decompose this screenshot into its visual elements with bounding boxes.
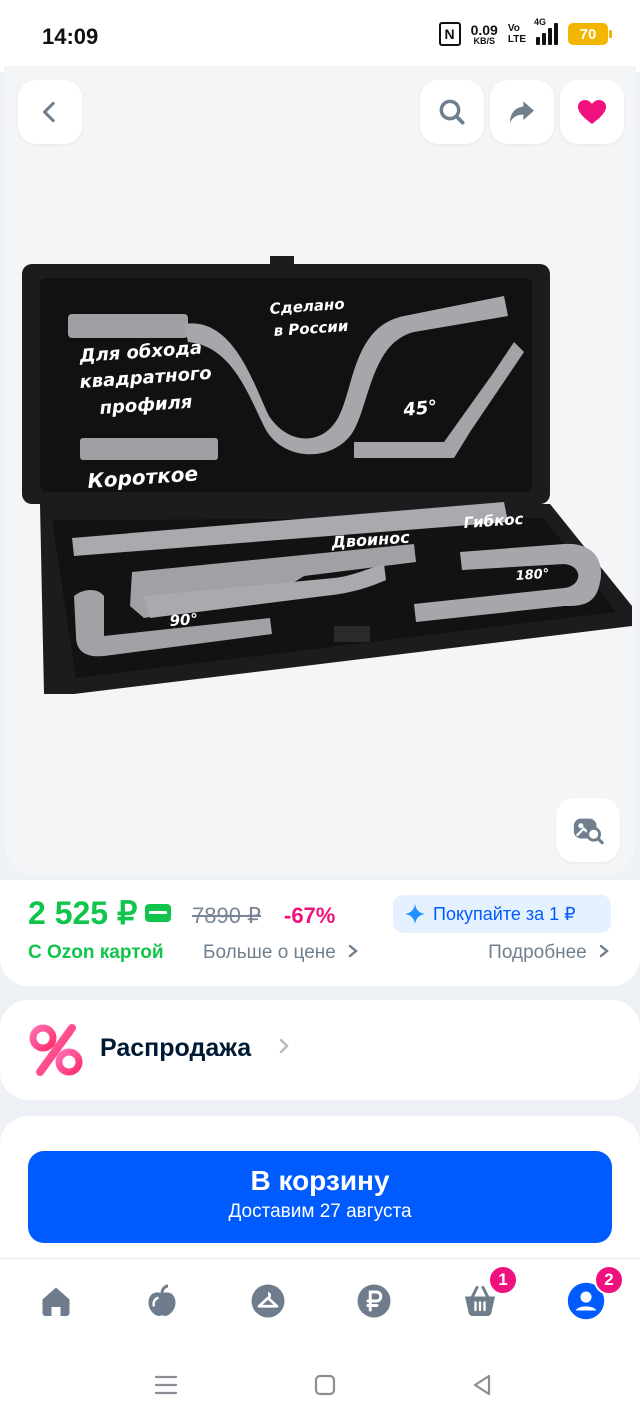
photo-label-45: 45°: [401, 397, 438, 422]
menu-icon[interactable]: [154, 1374, 178, 1396]
sale-label: Распродажа: [100, 1034, 252, 1062]
nfc-icon: N: [438, 22, 461, 46]
add-to-cart-button[interactable]: В корзину Доставим 27 августа: [28, 1151, 612, 1243]
battery-level: 70: [579, 25, 597, 43]
status-icons: N 0.09 KB/S Vo LTE 4G 70: [438, 17, 612, 46]
ruble-icon: [357, 1284, 391, 1318]
chevron-right-icon: [279, 1038, 289, 1054]
nav-cart[interactable]: 1: [460, 1265, 518, 1321]
photo-label-180: 180°: [515, 567, 550, 584]
chevron-left-icon: [43, 101, 55, 123]
nav-clothes[interactable]: [248, 1281, 288, 1321]
status-bar: 14:09 N 0.09 KB/S Vo LTE 4G 70: [0, 0, 640, 72]
bottom-navigation: 1 2: [0, 1258, 640, 1348]
signal-icon: 4G: [534, 17, 558, 45]
network-speed-value: 0.09: [470, 21, 498, 38]
sale-card[interactable]: Распродажа: [0, 1000, 640, 1100]
system-navigation-bar: [0, 1348, 640, 1423]
image-search-icon: [573, 818, 604, 845]
visual-search-button[interactable]: [556, 798, 620, 862]
promo-label: Покупайте за 1 ₽: [433, 903, 576, 924]
old-price: 7890 ₽: [192, 903, 262, 928]
percent-sale-icon: [29, 1024, 83, 1076]
cart-badge: 1: [488, 1265, 518, 1295]
current-price-value: 2 525 ₽: [28, 895, 138, 931]
apple-icon: [148, 1284, 176, 1316]
buy-for-1-ruble-promo[interactable]: Покупайте за 1 ₽: [393, 895, 611, 933]
nav-finance[interactable]: [354, 1281, 394, 1321]
hanger-icon: [251, 1284, 285, 1318]
volte-bottom: LTE: [507, 34, 526, 45]
current-price[interactable]: 2 525 ₽: [28, 894, 172, 932]
ozon-card-label: С Ozon картой: [28, 942, 164, 963]
favorite-button[interactable]: [560, 80, 624, 144]
ozon-card-icon: [145, 904, 172, 922]
nav-profile[interactable]: 2: [566, 1265, 624, 1321]
network-speed: 0.09 KB/S: [471, 23, 498, 46]
volte-top: Vo: [507, 23, 520, 34]
discount-badge: -67%: [284, 903, 336, 928]
home-square-icon[interactable]: [314, 1374, 336, 1396]
sparkle-icon: [405, 904, 425, 924]
chevron-right-icon: [348, 944, 358, 958]
more-about-price-label: Больше о цене: [203, 942, 336, 963]
product-photo: Сделано в России Для обхода квадратного …: [22, 256, 632, 694]
chevron-right-icon: [599, 944, 609, 958]
more-about-price-link[interactable]: Больше о цене: [203, 942, 359, 964]
product-gallery[interactable]: Сделано в России Для обхода квадратного …: [4, 66, 636, 876]
photo-label-90: 90°: [169, 610, 199, 630]
status-time: 14:09: [42, 24, 99, 49]
battery-icon: 70: [568, 23, 612, 45]
back-triangle-icon[interactable]: [470, 1373, 494, 1397]
delivery-date: Доставим 27 августа: [228, 1201, 412, 1222]
share-button[interactable]: [490, 80, 554, 144]
share-arrow-icon: [510, 101, 534, 123]
nav-fresh[interactable]: [142, 1281, 182, 1321]
home-icon: [42, 1287, 70, 1316]
search-icon: [439, 99, 465, 125]
network-speed-unit: KB/S: [473, 35, 495, 46]
details-label: Подробнее: [488, 942, 587, 963]
volte-icon: Vo LTE: [508, 23, 526, 45]
heart-icon: [578, 100, 606, 124]
profile-badge: 2: [594, 1265, 624, 1295]
nav-home[interactable]: [36, 1281, 76, 1321]
search-button[interactable]: [420, 80, 484, 144]
back-button[interactable]: [18, 80, 82, 144]
add-to-cart-label: В корзину: [250, 1165, 390, 1196]
details-link[interactable]: Подробнее: [488, 942, 610, 964]
network-type: 4G: [534, 17, 547, 27]
